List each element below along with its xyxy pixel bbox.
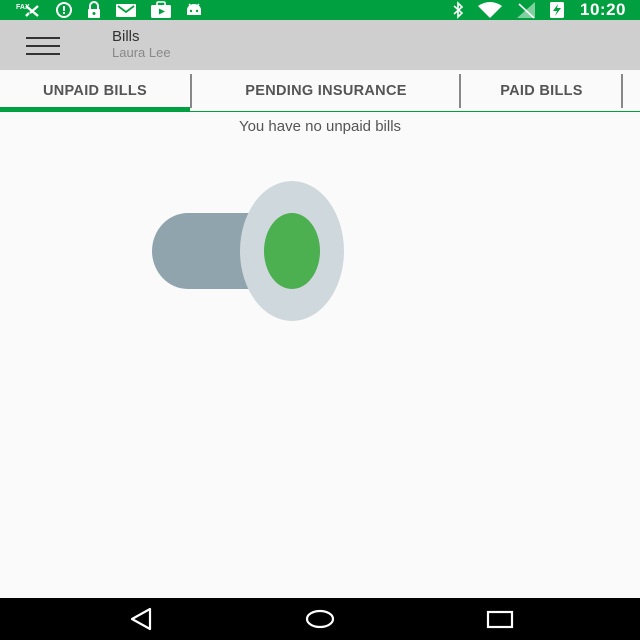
status-left-icons: FAX [16,0,203,20]
wifi-icon [477,0,503,20]
page-title: Bills [112,28,140,45]
patient-name: Laura Lee [112,45,171,60]
fax-icon: FAX [16,0,42,20]
tab-bar: UNPAID BILLS PENDING INSURANCE PAID BILL… [0,70,640,112]
status-time: 10:20 [580,0,626,19]
illustration-tube [152,213,250,289]
back-icon[interactable] [126,606,156,632]
status-right-icons: 10:20 [452,0,626,20]
navigation-bar [0,598,640,640]
empty-state-message: You have no unpaid bills [238,118,402,135]
screen: FAX 10:20 Bills Laura Lee UNPAID BILLS P… [0,0,640,640]
tab-divider [621,74,623,108]
mail-icon [115,0,137,20]
battery-charging-icon [549,0,565,20]
lock-icon [86,0,102,20]
tab-unpaid-bills[interactable]: UNPAID BILLS [0,70,190,112]
app-bar: Bills Laura Lee [0,20,640,70]
empty-bills-illustration [150,180,350,330]
tab-pending-insurance[interactable]: PENDING INSURANCE [192,70,460,112]
hamburger-icon[interactable] [26,37,60,55]
home-icon[interactable] [305,606,335,632]
recent-apps-icon[interactable] [485,606,515,632]
android-icon [185,0,203,20]
tab-paid-bills[interactable]: PAID BILLS [461,70,622,112]
selected-tab-indicator [0,107,190,112]
status-bar: FAX 10:20 [0,0,640,20]
illustration-center [264,213,320,289]
bluetooth-icon [452,0,464,20]
sync-icon [55,0,73,20]
media-icon [150,0,172,20]
signal-icon [516,0,536,20]
